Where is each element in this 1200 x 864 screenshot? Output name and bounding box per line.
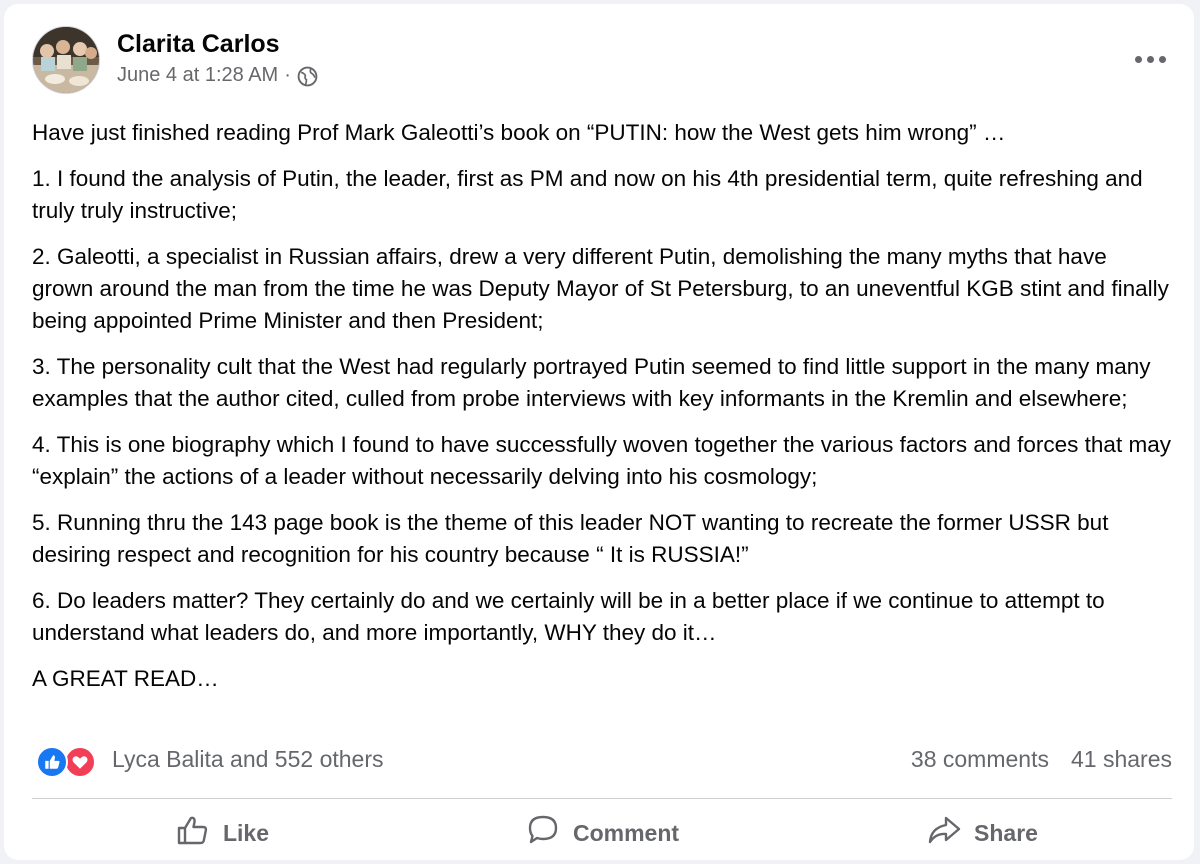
shares-count[interactable]: 41 shares: [1071, 746, 1172, 773]
post-paragraph: 4. This is one biography which I found t…: [32, 432, 1171, 489]
meta-separator: ·: [284, 64, 291, 86]
post-paragraph: 1. I found the analysis of Putin, the le…: [32, 166, 1143, 223]
share-button[interactable]: Share: [792, 808, 1172, 858]
post-card: Clarita Carlos June 4 at 1:28 AM · Have …: [4, 4, 1194, 860]
post-paragraph: 3. The personality cult that the West ha…: [32, 354, 1151, 411]
divider: [32, 798, 1172, 799]
post-header: Clarita Carlos June 4 at 1:28 AM ·: [32, 26, 1172, 106]
thumbs-up-icon: [175, 814, 211, 852]
engagement-counts: 38 comments 41 shares: [911, 746, 1172, 773]
author-name[interactable]: Clarita Carlos: [117, 30, 280, 59]
globe-icon[interactable]: [297, 66, 318, 87]
comment-button[interactable]: Comment: [412, 808, 792, 858]
like-button[interactable]: Like: [32, 808, 412, 858]
share-arrow-icon: [926, 814, 962, 852]
post-timestamp[interactable]: June 4 at 1:28 AM: [117, 64, 278, 87]
action-bar: Like Comment Share: [32, 808, 1172, 858]
post-paragraph: 6. Do leaders matter? They certainly do …: [32, 588, 1105, 645]
comment-label: Comment: [572, 819, 680, 846]
like-reaction-icon: [36, 746, 68, 778]
reactions-summary[interactable]: Lyca Balita and 552 others: [112, 746, 384, 773]
post-paragraph: 2. Galeotti, a specialist in Russian aff…: [32, 244, 1169, 333]
reactions-bar: Lyca Balita and 552 others 38 comments 4…: [32, 742, 1172, 782]
post-paragraph: 5. Running thru the 143 page book is the…: [32, 510, 1109, 567]
reaction-icons[interactable]: [36, 746, 106, 778]
more-options-icon[interactable]: [1128, 44, 1172, 74]
comments-count[interactable]: 38 comments: [911, 746, 1049, 773]
comment-bubble-icon: [525, 814, 561, 852]
post-paragraph: A GREAT READ…: [32, 666, 219, 691]
post-meta: June 4 at 1:28 AM ·: [117, 64, 318, 87]
post-text: Have just finished reading Prof Mark Gal…: [32, 117, 1172, 709]
share-label: Share: [974, 819, 1038, 846]
post-paragraph: Have just finished reading Prof Mark Gal…: [32, 120, 1006, 145]
love-reaction-icon: [64, 746, 96, 778]
like-label: Like: [222, 819, 270, 846]
avatar[interactable]: [32, 26, 100, 94]
